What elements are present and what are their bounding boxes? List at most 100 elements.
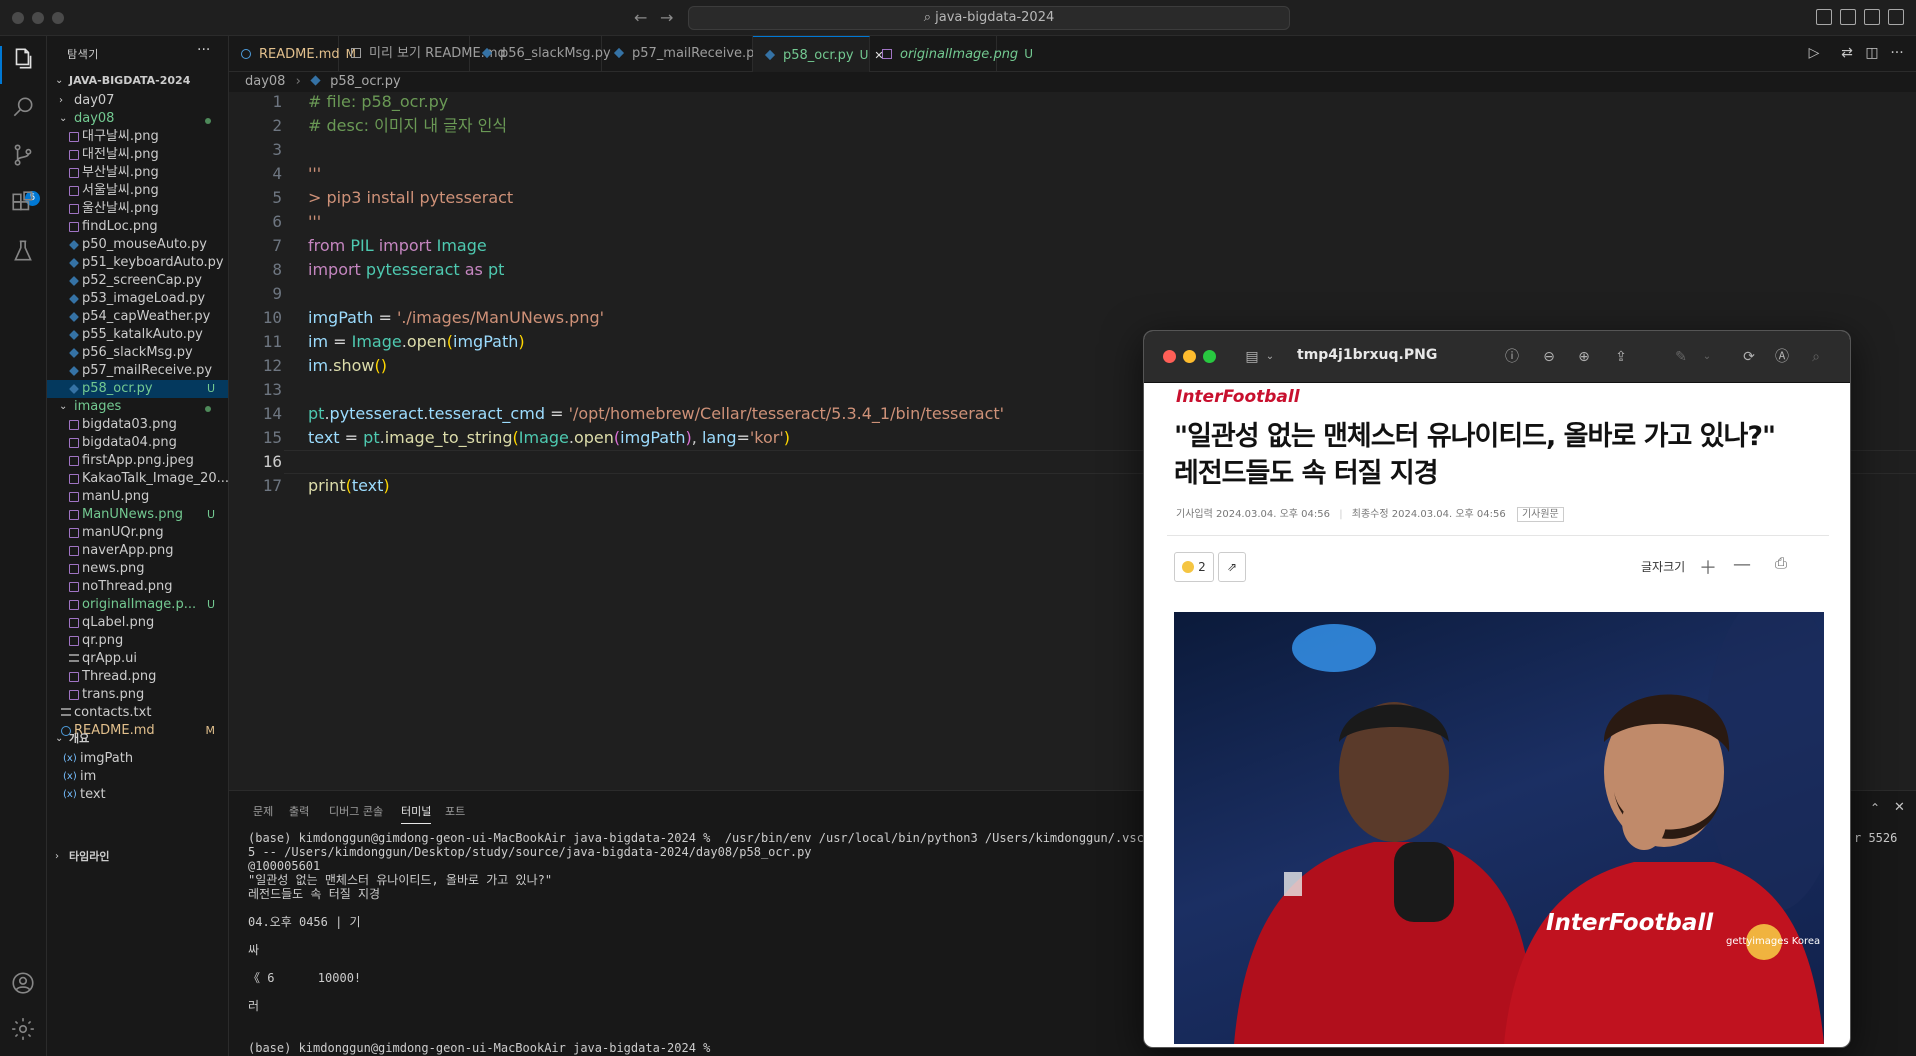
markup-chevron-icon[interactable]: ⌄ xyxy=(1697,347,1717,367)
markup-icon[interactable]: Ⓐ xyxy=(1772,347,1792,367)
chevron-down-icon[interactable]: ⌄ xyxy=(1260,347,1280,367)
zoom-out-icon[interactable]: ⊖ xyxy=(1539,347,1559,367)
tree-file[interactable]: 울산날씨.png xyxy=(47,200,228,218)
preview-zoom-button[interactable] xyxy=(1203,350,1216,363)
share-icon[interactable]: ⇪ xyxy=(1611,347,1631,367)
tree-folder[interactable]: ⌄ day08 xyxy=(47,110,228,128)
outline-item[interactable]: (x) text xyxy=(47,786,228,804)
tree-folder[interactable]: › day07 xyxy=(47,92,228,110)
outline-item[interactable]: (x) im xyxy=(47,768,228,786)
tree-file[interactable]: naverApp.png xyxy=(47,542,228,560)
more-actions-icon[interactable]: ··· xyxy=(197,42,210,58)
tree-file[interactable]: ManUNews.png U xyxy=(47,506,228,524)
tree-file[interactable]: KakaoTalk_Image_20... xyxy=(47,470,228,488)
info-icon[interactable]: ⓘ xyxy=(1502,347,1522,367)
tree-file[interactable]: p51_keyboardAuto.py xyxy=(47,254,228,272)
settings-gear-icon[interactable] xyxy=(10,1016,36,1042)
editor-more-icon[interactable]: ··· xyxy=(1889,45,1905,61)
outline-section-header[interactable]: ⌄ 개요 xyxy=(47,728,228,750)
tree-file[interactable]: contacts.txt xyxy=(47,704,228,722)
search-icon[interactable] xyxy=(10,94,36,120)
tree-item-label: p53_imageLoad.py xyxy=(82,291,206,306)
tree-file[interactable]: qr.png xyxy=(47,632,228,650)
tree-file[interactable]: 대전날씨.png xyxy=(47,146,228,164)
editor-tab[interactable]: p56_slackMsg.py xyxy=(470,36,611,72)
forward-arrow-icon[interactable]: → xyxy=(660,8,673,27)
chevron-down-icon[interactable]: ⌄ xyxy=(59,110,67,128)
customize-layout-icon[interactable] xyxy=(1888,9,1904,25)
toggle-primary-sidebar-icon[interactable] xyxy=(1816,9,1832,25)
markup-pen-icon[interactable]: ✎ xyxy=(1671,347,1691,367)
tree-file[interactable]: p53_imageLoad.py xyxy=(47,290,228,308)
close-window-button[interactable] xyxy=(12,12,24,24)
minimize-window-button[interactable] xyxy=(32,12,44,24)
tree-file[interactable]: 서울날씨.png xyxy=(47,182,228,200)
py-file-icon xyxy=(69,366,79,376)
tree-file[interactable]: qLabel.png xyxy=(47,614,228,632)
tree-file[interactable]: p56_slackMsg.py xyxy=(47,344,228,362)
tree-file[interactable]: p57_mailReceive.py xyxy=(47,362,228,380)
chevron-right-icon[interactable]: › xyxy=(59,92,63,110)
tree-file[interactable]: qrApp.ui xyxy=(47,650,228,668)
extensions-icon[interactable] xyxy=(10,190,36,216)
tree-file[interactable]: trans.png xyxy=(47,686,228,704)
panel-tab[interactable]: 디버그 콘솔 xyxy=(329,803,383,819)
run-python-icon[interactable]: ▷ xyxy=(1806,45,1822,61)
preview-close-button[interactable] xyxy=(1163,350,1176,363)
editor-tab[interactable]: p57_mailReceive.py xyxy=(602,36,762,72)
source-control-icon[interactable] xyxy=(10,142,36,168)
tree-file[interactable]: 부산날씨.png xyxy=(47,164,228,182)
outline-item[interactable]: (x) imgPath xyxy=(47,750,228,768)
preview-minimize-button[interactable] xyxy=(1183,350,1196,363)
panel-tab[interactable]: 포트 xyxy=(445,803,465,819)
editor-tab[interactable]: 미리 보기 README.md xyxy=(339,36,506,72)
preview-search-icon[interactable]: ⌕ xyxy=(1806,347,1826,367)
command-center-search[interactable]: ⌕ java-bigdata-2024 xyxy=(688,6,1290,30)
workspace-root[interactable]: ⌄ JAVA-BIGDATA-2024 xyxy=(47,70,228,92)
close-panel-icon[interactable]: ✕ xyxy=(1894,800,1905,815)
tree-file[interactable]: originalImage.p... U xyxy=(47,596,228,614)
tree-file[interactable]: p50_mouseAuto.py xyxy=(47,236,228,254)
maximize-panel-icon[interactable]: ⌃ xyxy=(1870,801,1880,815)
editor-tab[interactable]: README.md M xyxy=(229,36,356,72)
compare-changes-icon[interactable]: ⇄ xyxy=(1839,45,1855,61)
toggle-secondary-sidebar-icon[interactable] xyxy=(1864,9,1880,25)
tree-file[interactable]: news.png xyxy=(47,560,228,578)
tree-file[interactable]: p55_katalkAuto.py xyxy=(47,326,228,344)
tree-file[interactable]: bigdata04.png xyxy=(47,434,228,452)
timeline-section-header[interactable]: › 타임라인 xyxy=(47,846,228,868)
tree-file[interactable]: noThread.png xyxy=(47,578,228,596)
editor-tab[interactable]: p58_ocr.py U ✕ xyxy=(753,36,884,72)
tree-file[interactable]: manU.png xyxy=(47,488,228,506)
back-arrow-icon[interactable]: ← xyxy=(634,8,647,27)
tree-folder[interactable]: ⌄ images xyxy=(47,398,228,416)
tree-file[interactable]: firstApp.png.jpeg xyxy=(47,452,228,470)
testing-flask-icon[interactable] xyxy=(10,238,36,264)
explorer-icon[interactable] xyxy=(10,46,36,72)
panel-tab[interactable]: 문제 xyxy=(253,803,273,819)
sidebar-toggle-icon[interactable]: ▤ xyxy=(1242,347,1262,367)
editor-tab[interactable]: originalImage.png U xyxy=(870,36,1033,72)
activity-bar: 5 xyxy=(0,36,47,1056)
tree-file[interactable]: p54_capWeather.py xyxy=(47,308,228,326)
terminal-line: 러 xyxy=(248,999,260,1013)
tree-file[interactable]: p58_ocr.py U xyxy=(47,380,228,398)
article-logo: InterFootball xyxy=(1176,387,1300,407)
rotate-icon[interactable]: ⟳ xyxy=(1739,347,1759,367)
breadcrumb-folder[interactable]: day08 xyxy=(245,74,285,89)
panel-tab[interactable]: 출력 xyxy=(289,803,309,819)
breadcrumb-file[interactable]: p58_ocr.py xyxy=(330,74,401,89)
tree-file[interactable]: bigdata03.png xyxy=(47,416,228,434)
split-editor-icon[interactable]: ◫ xyxy=(1864,45,1880,61)
panel-tab[interactable]: 터미널 xyxy=(401,803,432,824)
tree-file[interactable]: Thread.png xyxy=(47,668,228,686)
tree-file[interactable]: p52_screenCap.py xyxy=(47,272,228,290)
toggle-panel-icon[interactable] xyxy=(1840,9,1856,25)
account-icon[interactable] xyxy=(10,970,36,996)
chevron-down-icon[interactable]: ⌄ xyxy=(59,398,67,416)
tree-file[interactable]: manUQr.png xyxy=(47,524,228,542)
zoom-in-icon[interactable]: ⊕ xyxy=(1574,347,1594,367)
tree-file[interactable]: findLoc.png xyxy=(47,218,228,236)
tree-file[interactable]: 대구날씨.png xyxy=(47,128,228,146)
maximize-window-button[interactable] xyxy=(52,12,64,24)
